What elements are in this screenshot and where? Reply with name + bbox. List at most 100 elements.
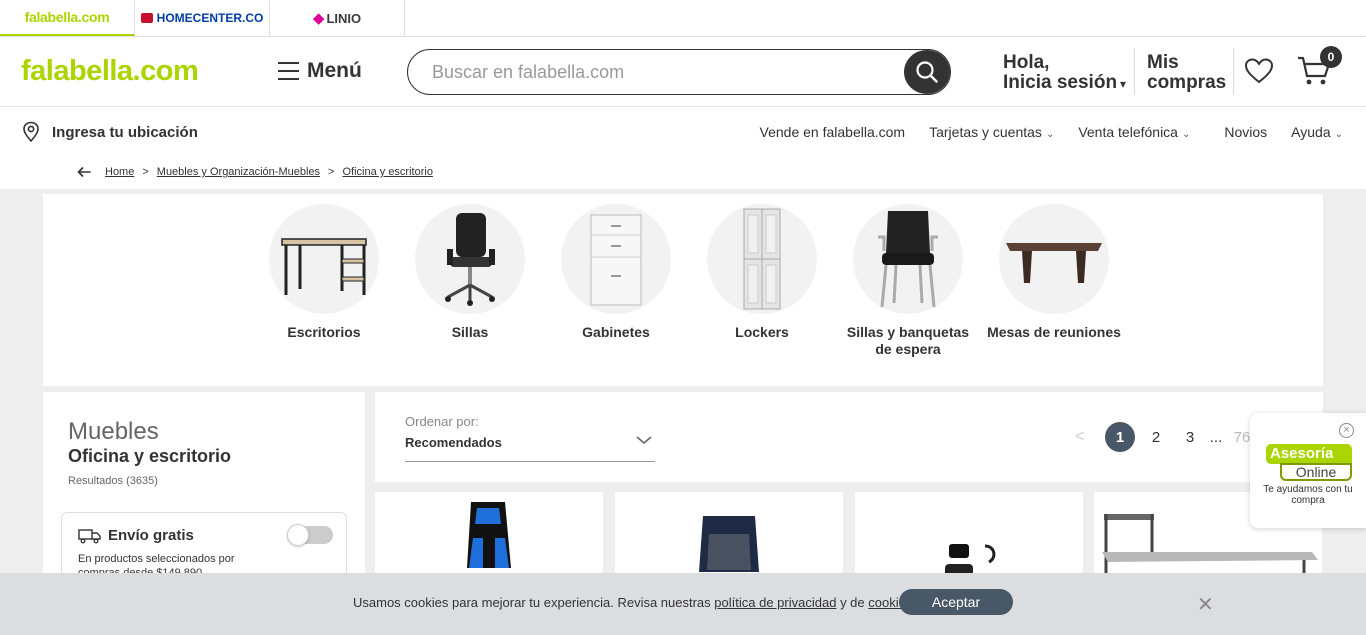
pagination-ellipsis: ... <box>1209 428 1223 446</box>
pagination: < 1 2 3 ... 76 <box>1075 422 1259 452</box>
sidebar-category: Muebles <box>68 418 159 445</box>
cookie-text-part: Usamos cookies para mejorar tu experienc… <box>353 595 711 610</box>
page-2[interactable]: 2 <box>1139 429 1173 446</box>
header-divider <box>1233 48 1234 95</box>
category-sillas-espera[interactable]: Sillas y banquetas de espera <box>838 204 978 358</box>
main-header: falabella.com Menú Hola, Inicia sesión▾ … <box>0 37 1366 107</box>
category-escritorios[interactable]: Escritorios <box>254 204 394 341</box>
linio-mark-icon: ◆ <box>312 10 325 27</box>
category-label: Sillas <box>451 324 489 340</box>
location-bar: Ingresa tu ubicación Vende en falabella.… <box>0 107 1366 157</box>
free-shipping-title: Envío gratis <box>78 527 194 544</box>
office-chair-image <box>415 204 525 314</box>
arrow-left-icon[interactable] <box>77 167 91 177</box>
cookie-banner: Usamos cookies para mejorar tu experienc… <box>0 573 1366 635</box>
cart-count-badge: 0 <box>1320 46 1342 68</box>
homecenter-mark-icon <box>140 13 153 23</box>
privacy-policy-link[interactable]: política de privacidad <box>714 595 836 610</box>
category-label: Gabinetes <box>582 324 650 340</box>
site-logo[interactable]: falabella.com <box>21 55 199 88</box>
category-label: Lockers <box>735 324 789 340</box>
chat-bubble-top: Asesoría <box>1266 444 1352 464</box>
desk-image <box>269 204 379 314</box>
category-label: Escritorios <box>287 324 361 340</box>
sort-bar: Ordenar por: Recomendados < 1 2 3 ... 76 <box>375 392 1323 482</box>
login-greeting: Hola, <box>1003 52 1050 73</box>
menu-label: Menú <box>307 59 362 82</box>
brand-tab-falabella[interactable]: falabella.com <box>0 0 135 36</box>
purchases-line2: compras <box>1147 72 1227 93</box>
nav-label: Ayuda <box>1291 124 1331 140</box>
chat-caption: Te ayudamos con tu compra <box>1263 484 1353 506</box>
category-sillas[interactable]: Sillas <box>400 204 540 341</box>
homecenter-brand-logo: HOMECENTER.CO <box>156 11 264 25</box>
breadcrumb-furniture[interactable]: Muebles y Organización-Muebles <box>157 166 320 178</box>
category-mesas-reuniones[interactable]: Mesas de reuniones <box>984 204 1124 341</box>
top-nav: Vende en falabella.com Tarjetas y cuenta… <box>760 124 1343 140</box>
login-label: Inicia sesión <box>1003 72 1118 93</box>
locker-image <box>707 204 817 314</box>
brand-tab-linio[interactable]: ◆ LINIO <box>270 0 405 36</box>
toggle-knob <box>287 524 309 546</box>
breadcrumb: Home > Muebles y Organización-Muebles > … <box>77 166 433 178</box>
nav-label: Vende en falabella.com <box>759 124 906 140</box>
falabella-brand-logo: falabella.com <box>24 9 110 25</box>
header-divider <box>1134 48 1135 95</box>
nav-help-menu[interactable]: Ayuda ⌄ <box>1291 124 1343 140</box>
sort-value: Recomendados <box>405 435 502 450</box>
truck-icon <box>78 528 101 543</box>
close-icon[interactable]: ✕ <box>1197 592 1214 617</box>
sort-dropdown[interactable]: Recomendados <box>405 432 655 462</box>
search-button[interactable] <box>904 50 950 94</box>
brand-tab-homecenter[interactable]: HOMECENTER.CO <box>135 0 270 36</box>
nav-wedding-link[interactable]: Novios <box>1224 124 1267 140</box>
purchases-line1: Mis <box>1147 52 1179 73</box>
file-cabinet-image <box>561 204 671 314</box>
chat-bubble-bottom: Online <box>1280 463 1352 481</box>
login-menu[interactable]: Hola, Inicia sesión ▾ <box>1003 53 1126 94</box>
favorites-button[interactable] <box>1244 57 1274 90</box>
meeting-table-image <box>999 204 1109 314</box>
nav-phone-sales-menu[interactable]: Venta telefónica ⌄ <box>1078 124 1190 140</box>
breadcrumb-separator: > <box>328 166 335 178</box>
cookie-message: Usamos cookies para mejorar tu experienc… <box>353 595 916 610</box>
prev-page-icon[interactable]: < <box>1075 428 1105 446</box>
hamburger-icon <box>278 62 299 80</box>
waiting-chair-image <box>853 204 963 314</box>
nav-cards-menu[interactable]: Tarjetas y cuentas ⌄ <box>929 124 1054 140</box>
chevron-down-icon: ⌄ <box>1181 129 1191 140</box>
category-lockers[interactable]: Lockers <box>692 204 832 341</box>
location-label: Ingresa tu ubicación <box>52 123 198 141</box>
linio-brand-logo: LINIO <box>326 10 362 26</box>
category-gabinetes[interactable]: Gabinetes <box>546 204 686 341</box>
online-chat-widget[interactable]: × Asesoría Online Te ayudamos con tu com… <box>1250 413 1366 528</box>
chevron-down-icon: ⌄ <box>1334 129 1343 140</box>
sort-label: Ordenar por: <box>405 414 479 429</box>
location-pin-icon <box>23 121 39 143</box>
sidebar-subcategory: Oficina y escritorio <box>68 446 232 466</box>
nav-label: Tarjetas y cuentas <box>929 124 1042 140</box>
breadcrumb-separator: > <box>142 166 149 178</box>
nav-label: Novios <box>1224 124 1268 140</box>
category-label: Mesas de reuniones <box>987 324 1121 340</box>
cookie-text-part: y de <box>840 595 865 610</box>
page-3[interactable]: 3 <box>1173 429 1207 446</box>
menu-button[interactable]: Menú <box>278 59 362 83</box>
accept-cookies-button[interactable]: Aceptar <box>899 589 1013 615</box>
heart-icon <box>1244 58 1274 84</box>
brand-strip: falabella.com HOMECENTER.CO ◆ LINIO <box>0 0 1366 37</box>
category-label: Sillas y banquetas de espera <box>846 324 970 357</box>
my-purchases-link[interactable]: Mis compras <box>1147 53 1226 93</box>
nav-sell-link[interactable]: Vende en falabella.com <box>760 124 906 140</box>
page-1[interactable]: 1 <box>1105 422 1135 452</box>
free-shipping-toggle[interactable] <box>287 524 333 546</box>
close-icon[interactable]: × <box>1339 423 1354 438</box>
search-input[interactable] <box>432 62 892 83</box>
chevron-down-icon: ▾ <box>1120 77 1127 91</box>
nav-label: Venta telefónica <box>1078 124 1178 140</box>
breadcrumb-home[interactable]: Home <box>105 166 134 178</box>
breadcrumb-bar: Home > Muebles y Organización-Muebles > … <box>0 157 1366 189</box>
breadcrumb-office[interactable]: Oficina y escritorio <box>342 166 432 178</box>
location-selector[interactable]: Ingresa tu ubicación <box>22 121 198 143</box>
results-count: Resultados (3635) <box>68 475 158 487</box>
